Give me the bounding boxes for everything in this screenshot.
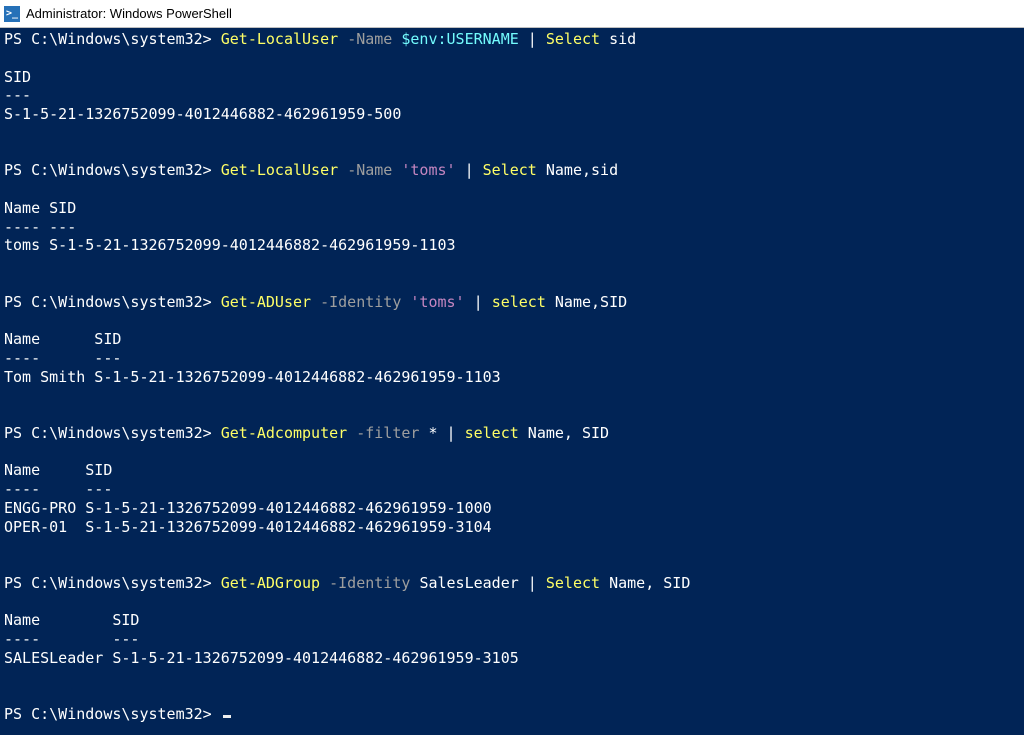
window-title: Administrator: Windows PowerShell xyxy=(26,6,232,21)
blank-line xyxy=(4,255,1020,274)
output-row: OPER-01 S-1-5-21-1326752099-4012446882-4… xyxy=(4,518,1020,537)
parameter: -Identity xyxy=(329,574,410,592)
pipe: | xyxy=(438,424,465,442)
argument-plain: * xyxy=(428,424,437,442)
argument-plain: SalesLeader xyxy=(419,574,518,592)
parameter: -Identity xyxy=(320,293,401,311)
window-titlebar[interactable]: >_ Administrator: Windows PowerShell xyxy=(0,0,1024,28)
pipe: | xyxy=(465,293,492,311)
argument-plain: Name,SID xyxy=(546,293,627,311)
parameter: -filter xyxy=(356,424,419,442)
output-rule: ---- --- xyxy=(4,480,1020,499)
cmdlet: Get-ADUser xyxy=(221,293,311,311)
terminal-body[interactable]: PS C:\Windows\system32> Get-LocalUser -N… xyxy=(0,28,1024,726)
blank-line xyxy=(4,311,1020,330)
cmdlet: select xyxy=(465,424,519,442)
blank-line xyxy=(4,536,1020,555)
blank-line xyxy=(4,386,1020,405)
ps-prompt: PS C:\Windows\system32> xyxy=(4,293,221,311)
argument-plain: Name, SID xyxy=(519,424,609,442)
blank-line xyxy=(4,668,1020,687)
parameter: -Name xyxy=(347,161,392,179)
powershell-icon: >_ xyxy=(4,6,20,22)
cmdlet: Select xyxy=(546,30,600,48)
cursor xyxy=(223,715,231,718)
output-row: toms S-1-5-21-1326752099-4012446882-4629… xyxy=(4,236,1020,255)
output-header: Name SID xyxy=(4,199,1020,218)
ps-prompt: PS C:\Windows\system32> xyxy=(4,30,221,48)
argument-plain: Name, SID xyxy=(600,574,690,592)
cmdlet: Select xyxy=(546,574,600,592)
output-row: Tom Smith S-1-5-21-1326752099-4012446882… xyxy=(4,368,1020,387)
output-row: S-1-5-21-1326752099-4012446882-462961959… xyxy=(4,105,1020,124)
blank-line xyxy=(4,443,1020,462)
cmdlet: select xyxy=(492,293,546,311)
ps-prompt: PS C:\Windows\system32> xyxy=(4,161,221,179)
blank-line xyxy=(4,124,1020,143)
blank-line xyxy=(4,405,1020,424)
output-rule: --- xyxy=(4,86,1020,105)
cmdlet: Get-LocalUser xyxy=(221,30,338,48)
ps-prompt: PS C:\Windows\system32> xyxy=(4,424,221,442)
command-line: PS C:\Windows\system32> Get-LocalUser -N… xyxy=(4,30,1020,49)
blank-line xyxy=(4,49,1020,68)
cmdlet: Get-ADGroup xyxy=(221,574,320,592)
pipe: | xyxy=(519,574,546,592)
pipe: | xyxy=(456,161,483,179)
output-header: SID xyxy=(4,68,1020,87)
argument-string: 'toms' xyxy=(410,293,464,311)
output-row: ENGG-PRO S-1-5-21-1326752099-4012446882-… xyxy=(4,499,1020,518)
output-rule: ---- --- xyxy=(4,218,1020,237)
command-line-active[interactable]: PS C:\Windows\system32> xyxy=(4,705,1020,724)
output-header: Name SID xyxy=(4,461,1020,480)
pipe: | xyxy=(519,30,546,48)
cmdlet: Get-Adcomputer xyxy=(221,424,347,442)
cmdlet: Select xyxy=(483,161,537,179)
argument-plain: Name,sid xyxy=(537,161,618,179)
blank-line xyxy=(4,274,1020,293)
argument-string: 'toms' xyxy=(401,161,455,179)
output-header: Name SID xyxy=(4,330,1020,349)
output-rule: ---- --- xyxy=(4,349,1020,368)
blank-line xyxy=(4,180,1020,199)
command-line: PS C:\Windows\system32> Get-ADGroup -Ide… xyxy=(4,574,1020,593)
command-line: PS C:\Windows\system32> Get-ADUser -Iden… xyxy=(4,293,1020,312)
blank-line xyxy=(4,593,1020,612)
parameter: -Name xyxy=(347,30,392,48)
blank-line xyxy=(4,555,1020,574)
blank-line xyxy=(4,686,1020,705)
output-row: SALESLeader S-1-5-21-1326752099-40124468… xyxy=(4,649,1020,668)
output-rule: ---- --- xyxy=(4,630,1020,649)
argument-plain: sid xyxy=(600,30,636,48)
command-line: PS C:\Windows\system32> Get-LocalUser -N… xyxy=(4,161,1020,180)
argument-variable: $env:USERNAME xyxy=(401,30,518,48)
command-line: PS C:\Windows\system32> Get-Adcomputer -… xyxy=(4,424,1020,443)
output-header: Name SID xyxy=(4,611,1020,630)
ps-prompt: PS C:\Windows\system32> xyxy=(4,705,221,723)
cmdlet: Get-LocalUser xyxy=(221,161,338,179)
blank-line xyxy=(4,143,1020,162)
ps-prompt: PS C:\Windows\system32> xyxy=(4,574,221,592)
